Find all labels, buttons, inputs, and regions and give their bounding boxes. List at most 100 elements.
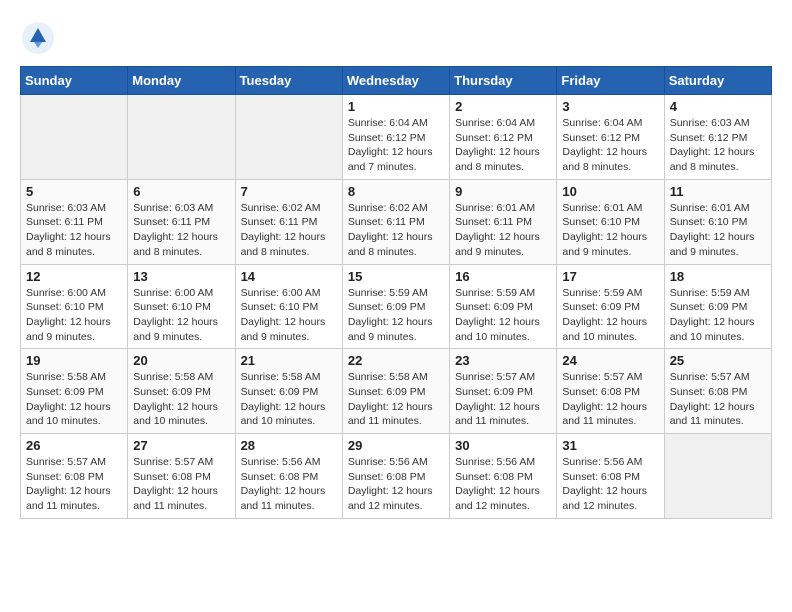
cell-info-text: Sunrise: 5:59 AM Sunset: 6:09 PM Dayligh…: [562, 286, 658, 345]
cell-info-text: Sunrise: 6:04 AM Sunset: 6:12 PM Dayligh…: [455, 116, 551, 175]
cell-day-number: 29: [348, 438, 444, 453]
cell-info-text: Sunrise: 6:03 AM Sunset: 6:12 PM Dayligh…: [670, 116, 766, 175]
cell-day-number: 5: [26, 184, 122, 199]
calendar-cell: 20Sunrise: 5:58 AM Sunset: 6:09 PM Dayli…: [128, 349, 235, 434]
cell-info-text: Sunrise: 5:57 AM Sunset: 6:08 PM Dayligh…: [562, 370, 658, 429]
cell-info-text: Sunrise: 5:56 AM Sunset: 6:08 PM Dayligh…: [455, 455, 551, 514]
cell-info-text: Sunrise: 5:57 AM Sunset: 6:08 PM Dayligh…: [133, 455, 229, 514]
cell-day-number: 28: [241, 438, 337, 453]
cell-day-number: 9: [455, 184, 551, 199]
cell-info-text: Sunrise: 6:00 AM Sunset: 6:10 PM Dayligh…: [133, 286, 229, 345]
cell-info-text: Sunrise: 5:56 AM Sunset: 6:08 PM Dayligh…: [348, 455, 444, 514]
cell-info-text: Sunrise: 5:58 AM Sunset: 6:09 PM Dayligh…: [348, 370, 444, 429]
calendar-cell: 9 Sunrise: 6:01 AM Sunset: 6:11 PM Daylig…: [450, 179, 557, 264]
cell-info-text: Sunrise: 5:56 AM Sunset: 6:08 PM Dayligh…: [562, 455, 658, 514]
weekday-header-tuesday: Tuesday: [235, 67, 342, 95]
cell-day-number: 19: [26, 353, 122, 368]
calendar-cell: 16 Sunrise: 5:59 AM Sunset: 6:09 PM Dayli…: [450, 264, 557, 349]
cell-info-text: Sunrise: 6:03 AM Sunset: 6:11 PM Dayligh…: [133, 201, 229, 260]
cell-day-number: 25: [670, 353, 766, 368]
calendar-cell: 8 Sunrise: 6:02 AM Sunset: 6:11 PM Daylig…: [342, 179, 449, 264]
weekday-header-sunday: Sunday: [21, 67, 128, 95]
calendar-cell: 17Sunrise: 5:59 AM Sunset: 6:09 PM Dayli…: [557, 264, 664, 349]
calendar-cell: 21 Sunrise: 5:58 AM Sunset: 6:09 PM Dayli…: [235, 349, 342, 434]
cell-day-number: 14: [241, 269, 337, 284]
calendar-cell: 28 Sunrise: 5:56 AM Sunset: 6:08 PM Dayli…: [235, 434, 342, 519]
cell-info-text: Sunrise: 6:01 AM Sunset: 6:10 PM Dayligh…: [670, 201, 766, 260]
cell-day-number: 15: [348, 269, 444, 284]
calendar-cell: [235, 95, 342, 180]
weekday-header-friday: Friday: [557, 67, 664, 95]
calendar-cell: 3 Sunrise: 6:04 AM Sunset: 6:12 PM Daylig…: [557, 95, 664, 180]
calendar-cell: 30 Sunrise: 5:56 AM Sunset: 6:08 PM Dayli…: [450, 434, 557, 519]
weekday-header-row: SundayMondayTuesdayWednesdayThursdayFrid…: [21, 67, 772, 95]
cell-day-number: 18: [670, 269, 766, 284]
cell-info-text: Sunrise: 6:01 AM Sunset: 6:11 PM Dayligh…: [455, 201, 551, 260]
cell-info-text: Sunrise: 5:58 AM Sunset: 6:09 PM Dayligh…: [26, 370, 122, 429]
calendar-cell: 26 Sunrise: 5:57 AM Sunset: 6:08 PM Dayli…: [21, 434, 128, 519]
cell-day-number: 31: [562, 438, 658, 453]
calendar-cell: 10 Sunrise: 6:01 AM Sunset: 6:10 PM Dayli…: [557, 179, 664, 264]
cell-info-text: Sunrise: 6:04 AM Sunset: 6:12 PM Dayligh…: [562, 116, 658, 175]
calendar-table: SundayMondayTuesdayWednesdayThursdayFrid…: [20, 66, 772, 519]
cell-day-number: 21: [241, 353, 337, 368]
calendar-cell: 14 Sunrise: 6:00 AM Sunset: 6:10 PM Dayli…: [235, 264, 342, 349]
cell-day-number: 11: [670, 184, 766, 199]
weekday-header-wednesday: Wednesday: [342, 67, 449, 95]
cell-day-number: 13: [133, 269, 229, 284]
cell-info-text: Sunrise: 5:58 AM Sunset: 6:09 PM Dayligh…: [241, 370, 337, 429]
cell-day-number: 26: [26, 438, 122, 453]
cell-day-number: 8: [348, 184, 444, 199]
cell-info-text: Sunrise: 6:00 AM Sunset: 6:10 PM Dayligh…: [241, 286, 337, 345]
cell-day-number: 3: [562, 99, 658, 114]
cell-day-number: 27: [133, 438, 229, 453]
calendar-cell: 4 Sunrise: 6:03 AM Sunset: 6:12 PM Daylig…: [664, 95, 771, 180]
weekday-header-monday: Monday: [128, 67, 235, 95]
logo: [20, 20, 62, 56]
cell-info-text: Sunrise: 5:59 AM Sunset: 6:09 PM Dayligh…: [670, 286, 766, 345]
calendar-cell: 2 Sunrise: 6:04 AM Sunset: 6:12 PM Daylig…: [450, 95, 557, 180]
weekday-header-saturday: Saturday: [664, 67, 771, 95]
cell-day-number: 2: [455, 99, 551, 114]
calendar-cell: 7Sunrise: 6:02 AM Sunset: 6:11 PM Daylig…: [235, 179, 342, 264]
logo-icon: [20, 20, 56, 56]
cell-day-number: 23: [455, 353, 551, 368]
cell-info-text: Sunrise: 5:59 AM Sunset: 6:09 PM Dayligh…: [455, 286, 551, 345]
calendar-cell: 5 Sunrise: 6:03 AM Sunset: 6:11 PM Daylig…: [21, 179, 128, 264]
calendar-week-2: 5 Sunrise: 6:03 AM Sunset: 6:11 PM Daylig…: [21, 179, 772, 264]
calendar-cell: 24Sunrise: 5:57 AM Sunset: 6:08 PM Dayli…: [557, 349, 664, 434]
calendar-week-4: 19 Sunrise: 5:58 AM Sunset: 6:09 PM Dayli…: [21, 349, 772, 434]
cell-day-number: 12: [26, 269, 122, 284]
cell-day-number: 30: [455, 438, 551, 453]
cell-day-number: 4: [670, 99, 766, 114]
calendar-week-1: 1Sunrise: 6:04 AM Sunset: 6:12 PM Daylig…: [21, 95, 772, 180]
calendar-cell: 13 Sunrise: 6:00 AM Sunset: 6:10 PM Dayli…: [128, 264, 235, 349]
calendar-cell: 1Sunrise: 6:04 AM Sunset: 6:12 PM Daylig…: [342, 95, 449, 180]
cell-info-text: Sunrise: 5:57 AM Sunset: 6:08 PM Dayligh…: [26, 455, 122, 514]
cell-info-text: Sunrise: 5:57 AM Sunset: 6:08 PM Dayligh…: [670, 370, 766, 429]
calendar-cell: 22 Sunrise: 5:58 AM Sunset: 6:09 PM Dayli…: [342, 349, 449, 434]
calendar-cell: 11 Sunrise: 6:01 AM Sunset: 6:10 PM Dayli…: [664, 179, 771, 264]
calendar-cell: 15 Sunrise: 5:59 AM Sunset: 6:09 PM Dayli…: [342, 264, 449, 349]
cell-info-text: Sunrise: 6:01 AM Sunset: 6:10 PM Dayligh…: [562, 201, 658, 260]
calendar-cell: 12 Sunrise: 6:00 AM Sunset: 6:10 PM Dayli…: [21, 264, 128, 349]
cell-info-text: Sunrise: 6:00 AM Sunset: 6:10 PM Dayligh…: [26, 286, 122, 345]
cell-info-text: Sunrise: 6:03 AM Sunset: 6:11 PM Dayligh…: [26, 201, 122, 260]
calendar-cell: 18 Sunrise: 5:59 AM Sunset: 6:09 PM Dayli…: [664, 264, 771, 349]
cell-day-number: 6: [133, 184, 229, 199]
cell-info-text: Sunrise: 6:02 AM Sunset: 6:11 PM Dayligh…: [348, 201, 444, 260]
calendar-week-3: 12 Sunrise: 6:00 AM Sunset: 6:10 PM Dayli…: [21, 264, 772, 349]
calendar-cell: 25 Sunrise: 5:57 AM Sunset: 6:08 PM Dayli…: [664, 349, 771, 434]
calendar-cell: 29 Sunrise: 5:56 AM Sunset: 6:08 PM Dayli…: [342, 434, 449, 519]
cell-day-number: 16: [455, 269, 551, 284]
cell-info-text: Sunrise: 5:59 AM Sunset: 6:09 PM Dayligh…: [348, 286, 444, 345]
cell-info-text: Sunrise: 6:02 AM Sunset: 6:11 PM Dayligh…: [241, 201, 337, 260]
calendar-cell: [664, 434, 771, 519]
calendar-cell: 23Sunrise: 5:57 AM Sunset: 6:09 PM Dayli…: [450, 349, 557, 434]
page-header: [20, 20, 772, 56]
calendar-cell: [128, 95, 235, 180]
cell-day-number: 10: [562, 184, 658, 199]
calendar-cell: 27 Sunrise: 5:57 AM Sunset: 6:08 PM Dayli…: [128, 434, 235, 519]
cell-info-text: Sunrise: 5:56 AM Sunset: 6:08 PM Dayligh…: [241, 455, 337, 514]
cell-day-number: 22: [348, 353, 444, 368]
